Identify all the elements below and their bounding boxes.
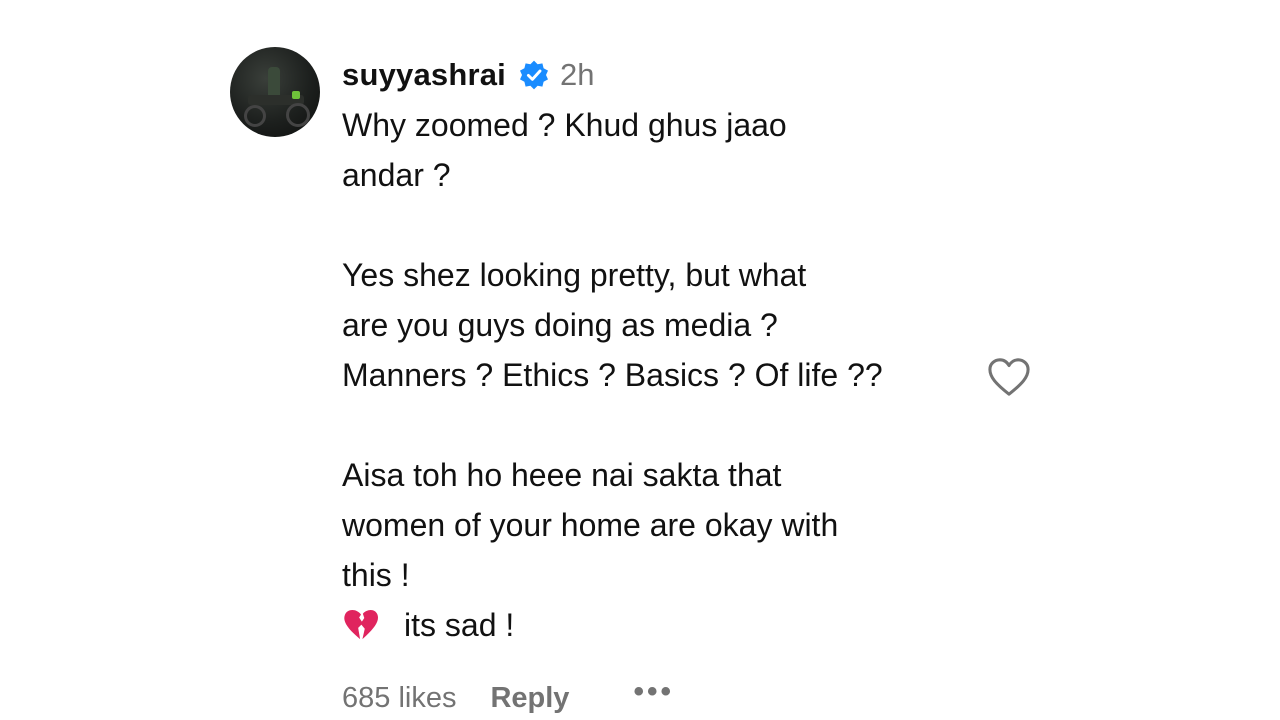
likes-count[interactable]: 685 likes: [342, 682, 456, 715]
comment-line: Manners ? Ethics ? Basics ? Of life ??: [342, 357, 883, 393]
heart-icon[interactable]: [986, 356, 1032, 398]
comment-line-last: its sad !: [342, 600, 982, 650]
broken-heart-icon: [344, 609, 378, 640]
comment-time: 2h: [560, 57, 595, 92]
comment-line: Yes shez looking pretty, but what: [342, 257, 807, 293]
comment-line: this !: [342, 557, 410, 593]
comment-line: Aisa toh ho heee nai sakta that: [342, 457, 782, 493]
comment-header: suyyashrai 2h: [342, 53, 594, 97]
comment-line: andar ?: [342, 157, 451, 193]
comment: suyyashrai 2h Why zoomed ? Khud ghus jaa…: [0, 0, 1280, 720]
more-options-button[interactable]: •••: [633, 675, 674, 709]
avatar[interactable]: [230, 47, 320, 137]
verified-badge-icon: [520, 60, 548, 90]
reply-button[interactable]: Reply: [490, 682, 569, 715]
comment-line: are you guys doing as media ?: [342, 307, 778, 343]
comment-last-text: its sad !: [404, 607, 515, 643]
comment-body: Why zoomed ? Khud ghus jaao andar ? Yes …: [342, 100, 982, 650]
comment-line: women of your home are okay with: [342, 507, 839, 543]
comment-line: Why zoomed ? Khud ghus jaao: [342, 107, 787, 143]
username[interactable]: suyyashrai: [342, 57, 506, 93]
comment-footer: 685 likes Reply •••: [342, 675, 674, 720]
